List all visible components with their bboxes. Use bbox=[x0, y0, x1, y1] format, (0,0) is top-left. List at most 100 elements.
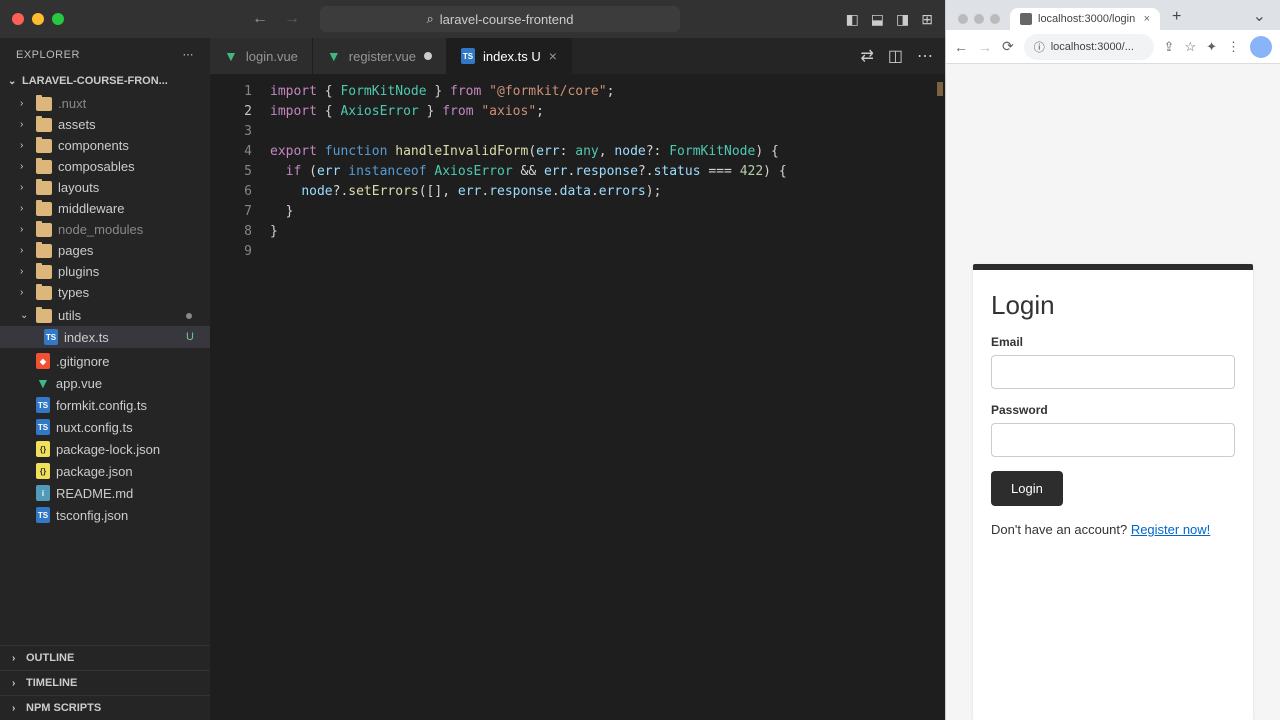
file-label: tsconfig.json bbox=[56, 508, 128, 523]
split-editor-icon[interactable]: ◫ bbox=[888, 46, 903, 66]
login-button[interactable]: Login bbox=[991, 471, 1063, 506]
folder-label: middleware bbox=[58, 201, 124, 216]
folder-assets[interactable]: ›assets bbox=[0, 114, 210, 135]
password-field[interactable] bbox=[991, 423, 1235, 457]
project-label: LARAVEL-COURSE-FRON... bbox=[22, 75, 168, 87]
folder-pages[interactable]: ›pages bbox=[0, 240, 210, 261]
npm-scripts-section[interactable]: › NPM SCRIPTS bbox=[0, 695, 210, 720]
file-app-vue[interactable]: ▼app.vue bbox=[0, 372, 210, 394]
vue-file-icon: ▼ bbox=[224, 48, 238, 64]
chevron-right-icon: › bbox=[20, 287, 30, 298]
browser-tab[interactable]: localhost:3000/login × bbox=[1010, 8, 1160, 30]
tab-login[interactable]: ▼ login.vue bbox=[210, 38, 313, 74]
editor-tabs: ▼ login.vue ▼ register.vue TS index.ts U… bbox=[210, 38, 945, 74]
folder-composables[interactable]: ›composables bbox=[0, 156, 210, 177]
line-gutter: 1 2 3 4 5 6 7 8 9 bbox=[210, 82, 270, 720]
ts-file-icon: TS bbox=[36, 397, 50, 413]
folder-icon bbox=[36, 118, 52, 132]
site-info-icon[interactable]: ⓘ bbox=[1034, 39, 1045, 55]
folder-components[interactable]: ›components bbox=[0, 135, 210, 156]
folder-label: utils bbox=[58, 308, 81, 323]
layout-sidebar-left-icon[interactable]: ◧ bbox=[846, 11, 859, 28]
folder-icon bbox=[36, 181, 52, 195]
close-icon[interactable] bbox=[958, 14, 968, 24]
search-icon: ⌕ bbox=[427, 11, 434, 27]
chevron-right-icon: › bbox=[20, 266, 30, 277]
folder-icon bbox=[36, 223, 52, 237]
ts-file-icon: TS bbox=[461, 48, 475, 64]
tab-register[interactable]: ▼ register.vue bbox=[313, 38, 447, 74]
json-file-icon: {} bbox=[36, 463, 50, 479]
extensions-icon[interactable]: ✦ bbox=[1206, 39, 1217, 55]
chevron-right-icon: › bbox=[20, 224, 30, 235]
login-card: Login Email Password Login Don't have an… bbox=[973, 264, 1253, 720]
menu-icon[interactable]: ⋮ bbox=[1227, 39, 1240, 55]
url-bar[interactable]: ⓘ localhost:3000/... bbox=[1024, 34, 1154, 60]
email-field[interactable] bbox=[991, 355, 1235, 389]
compare-icon[interactable]: ⇄ bbox=[860, 46, 873, 66]
file-formkit-config-ts[interactable]: TS formkit.config.ts bbox=[0, 394, 210, 416]
file-label: formkit.config.ts bbox=[56, 398, 147, 413]
minimize-window[interactable] bbox=[32, 13, 44, 25]
project-header[interactable]: ⌄ LARAVEL-COURSE-FRON... bbox=[0, 71, 210, 91]
explorer-title: EXPLORER bbox=[16, 49, 80, 61]
nav-forward-icon[interactable]: → bbox=[284, 10, 300, 28]
nav-back-icon[interactable]: ← bbox=[252, 10, 268, 28]
share-icon[interactable]: ⇪ bbox=[1164, 39, 1175, 55]
bookmark-icon[interactable]: ☆ bbox=[1184, 39, 1196, 55]
ts-file-icon: TS bbox=[36, 419, 50, 435]
browser-reload-icon[interactable]: ⟳ bbox=[1002, 38, 1014, 55]
file-label: nuxt.config.ts bbox=[56, 420, 133, 435]
tab-index-ts[interactable]: TS index.ts U × bbox=[447, 38, 572, 74]
browser-back-icon[interactable]: ← bbox=[954, 39, 968, 55]
file-package-json[interactable]: {}package.json bbox=[0, 460, 210, 482]
outline-section[interactable]: › OUTLINE bbox=[0, 645, 210, 670]
folder-.nuxt[interactable]: ›.nuxt bbox=[0, 93, 210, 114]
register-link[interactable]: Register now! bbox=[1131, 522, 1210, 537]
maximize-window[interactable] bbox=[52, 13, 64, 25]
chevron-right-icon: › bbox=[20, 161, 30, 172]
maximize-icon[interactable] bbox=[990, 14, 1000, 24]
expand-tabs-icon[interactable]: ⌄ bbox=[1245, 2, 1274, 30]
folder-node_modules[interactable]: ›node_modules bbox=[0, 219, 210, 240]
minimize-icon[interactable] bbox=[974, 14, 984, 24]
folder-utils[interactable]: ⌄ utils bbox=[0, 305, 210, 326]
folder-layouts[interactable]: ›layouts bbox=[0, 177, 210, 198]
git-status-badge: U bbox=[186, 331, 202, 343]
layout-sidebar-right-icon[interactable]: ◨ bbox=[896, 11, 909, 28]
chevron-down-icon: ⌄ bbox=[20, 310, 30, 321]
chevron-right-icon: › bbox=[20, 98, 30, 109]
code-content[interactable]: import { FormKitNode } from "@formkit/co… bbox=[270, 82, 945, 720]
file-index-ts[interactable]: TS index.ts U bbox=[0, 326, 210, 348]
body-area: EXPLORER ⋯ ⌄ LARAVEL-COURSE-FRON... ›.nu… bbox=[0, 38, 945, 720]
command-center[interactable]: ⌕ laravel-course-frontend bbox=[320, 6, 680, 32]
folder-types[interactable]: ›types bbox=[0, 282, 210, 303]
modified-dot-icon bbox=[186, 313, 192, 319]
browser-forward-icon[interactable]: → bbox=[978, 39, 992, 55]
file--gitignore[interactable]: ◆.gitignore bbox=[0, 350, 210, 372]
new-tab-button[interactable]: + bbox=[1164, 4, 1189, 30]
layout-panel-icon[interactable]: ⬓ bbox=[871, 11, 884, 28]
nav-arrows: ← → bbox=[252, 10, 300, 28]
layout-customize-icon[interactable]: ⊞ bbox=[921, 11, 933, 28]
editor-actions: ⇄ ◫ ⋯ bbox=[860, 38, 945, 74]
unsaved-dot-icon bbox=[424, 52, 432, 60]
chevron-right-icon: › bbox=[12, 703, 22, 714]
close-tab-icon[interactable]: × bbox=[549, 48, 557, 64]
profile-avatar[interactable] bbox=[1250, 36, 1272, 58]
more-actions-icon[interactable]: ⋯ bbox=[917, 46, 933, 66]
timeline-section[interactable]: › TIMELINE bbox=[0, 670, 210, 695]
folder-plugins[interactable]: ›plugins bbox=[0, 261, 210, 282]
file-tsconfig-json[interactable]: TStsconfig.json bbox=[0, 504, 210, 526]
more-icon[interactable]: ⋯ bbox=[183, 48, 195, 61]
minimap[interactable] bbox=[931, 74, 945, 720]
file-nuxt-config-ts[interactable]: TS nuxt.config.ts bbox=[0, 416, 210, 438]
close-tab-icon[interactable]: × bbox=[1144, 13, 1150, 25]
vue-file-icon: ▼ bbox=[36, 375, 50, 391]
code-editor[interactable]: 1 2 3 4 5 6 7 8 9 import { FormKitNode }… bbox=[210, 74, 945, 720]
folder-middleware[interactable]: ›middleware bbox=[0, 198, 210, 219]
file-README-md[interactable]: iREADME.md bbox=[0, 482, 210, 504]
file-package-lock-json[interactable]: {}package-lock.json bbox=[0, 438, 210, 460]
close-window[interactable] bbox=[12, 13, 24, 25]
traffic-lights bbox=[12, 13, 64, 25]
